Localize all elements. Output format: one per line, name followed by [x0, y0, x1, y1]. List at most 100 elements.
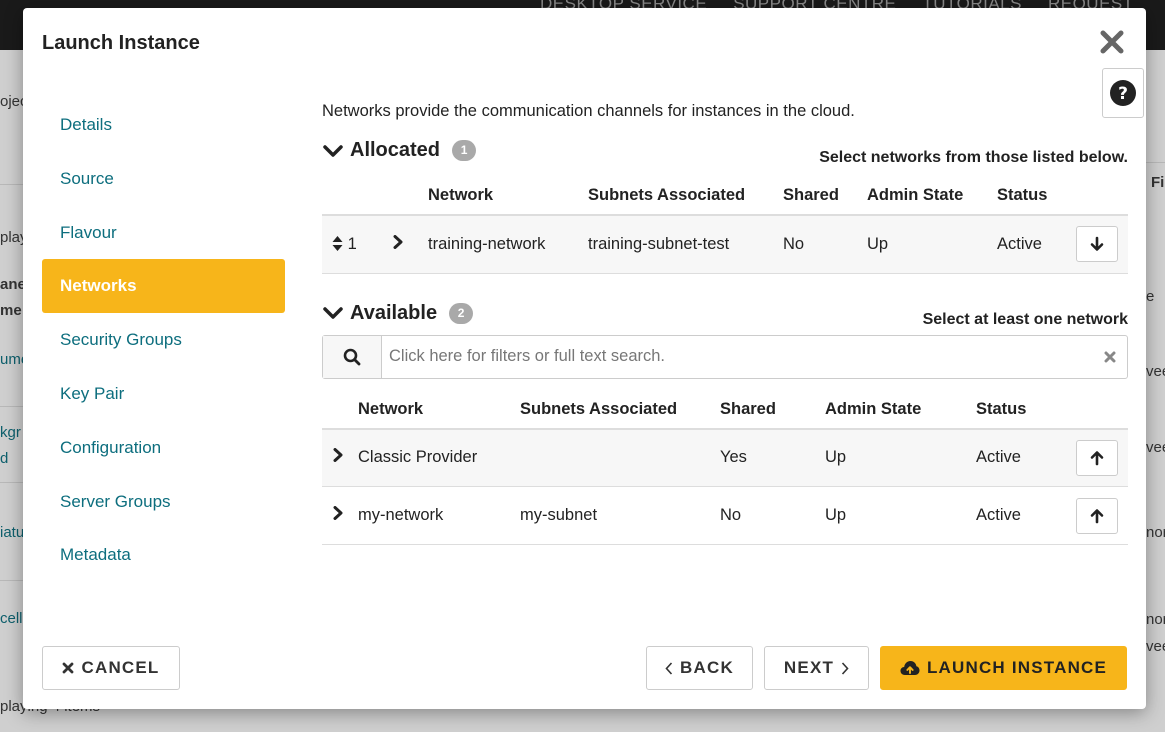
step-configuration[interactable]: Configuration [42, 421, 285, 475]
column-network: Network [358, 390, 520, 430]
arrow-up-icon [1090, 508, 1104, 523]
table-header-row: Network Subnets Associated Shared Admin … [322, 177, 1128, 216]
allocated-section-header: Allocated 1 Select networks from those l… [322, 139, 1128, 169]
background-divider [0, 580, 23, 581]
allocated-toggle[interactable]: Allocated 1 [322, 139, 477, 162]
chevron-right-icon [333, 506, 343, 520]
networks-panel: Networks provide the communication chann… [322, 102, 1128, 545]
launch-instance-button[interactable]: LAUNCH INSTANCE [880, 646, 1127, 690]
background-text: nor [1146, 524, 1165, 541]
step-flavour[interactable]: Flavour [42, 206, 285, 260]
back-label: BACK [680, 658, 734, 677]
allocated-title: Allocated [350, 139, 441, 161]
allocate-button[interactable] [1076, 497, 1118, 534]
available-toggle[interactable]: Available 2 [322, 301, 474, 325]
allocated-count-badge: 1 [452, 140, 477, 161]
column-action [1075, 177, 1128, 216]
admin-state-value: Up [867, 215, 997, 274]
step-networks[interactable]: Networks [42, 259, 285, 314]
shared-value: No [783, 215, 867, 274]
background-text: vee [1146, 638, 1165, 655]
arrow-up-icon [1090, 450, 1104, 466]
clear-search-button[interactable] [1093, 336, 1127, 378]
background-text: Fi [1151, 174, 1165, 191]
chevron-right-icon [393, 234, 403, 249]
search-input[interactable] [382, 335, 1093, 378]
chevron-right-icon [333, 448, 343, 463]
reorder-cell[interactable]: 1 [322, 215, 392, 274]
close-icon [1104, 351, 1116, 362]
status-value: Active [997, 215, 1075, 274]
column-admin-state: Admin State [867, 177, 997, 216]
cancel-label: CANCEL [81, 658, 160, 677]
available-count-badge: 2 [449, 302, 474, 324]
background-divider [0, 482, 23, 483]
subnets-associated [520, 428, 720, 487]
status-value: Active [976, 486, 1056, 545]
background-text: kgr [0, 424, 21, 441]
column-shared: Shared [783, 177, 867, 216]
svg-text:?: ? [1118, 84, 1128, 104]
background-text: vee [1146, 363, 1165, 380]
step-security-groups[interactable]: Security Groups [42, 313, 285, 367]
background-text: d [0, 450, 9, 467]
wizard-steps-sidebar: Details Source Flavour Networks Security… [42, 98, 285, 582]
cloud-upload-icon [900, 661, 920, 675]
status-value: Active [976, 428, 1056, 487]
background-text: cell [0, 610, 23, 627]
background-text: vee [1146, 439, 1165, 456]
deallocate-button[interactable] [1076, 226, 1118, 263]
close-icon [63, 662, 74, 674]
column-subnets: Subnets Associated [588, 177, 783, 216]
step-source[interactable]: Source [42, 152, 285, 206]
expand-row-cell[interactable] [322, 486, 358, 545]
chevron-right-icon [841, 661, 849, 675]
close-icon [1100, 30, 1124, 54]
table-row: my-network my-subnet No Up Active [322, 486, 1128, 545]
column-action [1056, 390, 1128, 430]
background-text: me [0, 302, 22, 319]
admin-state-value: Up [825, 486, 976, 545]
background-text: ane [0, 276, 26, 293]
action-cell [1056, 486, 1128, 545]
table-row: 1 training-network training-subnet-test … [322, 215, 1128, 274]
background-text: iatu [0, 524, 25, 541]
chevron-down-icon [323, 307, 343, 319]
search-button[interactable] [323, 335, 382, 378]
step-details[interactable]: Details [42, 98, 285, 152]
expand-row-cell[interactable] [322, 428, 358, 487]
subnets-associated: my-subnet [520, 486, 720, 545]
action-cell [1075, 215, 1128, 274]
launch-instance-dialog: Launch Instance ? Details Source Flavour… [23, 8, 1146, 709]
table-row: Classic Provider Yes Up Active [322, 428, 1128, 487]
step-key-pair[interactable]: Key Pair [42, 367, 285, 421]
step-metadata[interactable]: Metadata [42, 528, 285, 582]
available-table: Network Subnets Associated Shared Admin … [322, 390, 1128, 545]
launch-instance-label: LAUNCH INSTANCE [926, 658, 1108, 677]
action-cell [1056, 428, 1128, 487]
next-button[interactable]: NEXT [764, 646, 869, 690]
allocate-button[interactable] [1076, 439, 1118, 476]
search-icon [343, 348, 361, 365]
background-divider [0, 406, 23, 407]
admin-state-value: Up [825, 428, 976, 487]
column-shared: Shared [720, 390, 825, 430]
expand-row-cell[interactable] [392, 215, 428, 274]
column-expand [322, 390, 358, 430]
available-title: Available [350, 301, 438, 324]
close-button[interactable] [1098, 28, 1126, 56]
available-hint: Select at least one network [922, 310, 1128, 328]
step-server-groups[interactable]: Server Groups [42, 475, 285, 529]
filter-search-bar [322, 334, 1128, 379]
cancel-button[interactable]: CANCEL [42, 646, 180, 690]
column-admin-state: Admin State [825, 390, 976, 430]
sort-icon [332, 235, 343, 251]
network-name: my-network [358, 486, 520, 545]
allocated-hint: Select networks from those listed below. [819, 149, 1128, 166]
column-order [322, 177, 392, 216]
column-status: Status [976, 390, 1056, 430]
shared-value: Yes [720, 428, 825, 487]
background-divider [1146, 162, 1165, 163]
background-text: nor [1146, 611, 1165, 628]
back-button[interactable]: BACK [646, 646, 753, 690]
